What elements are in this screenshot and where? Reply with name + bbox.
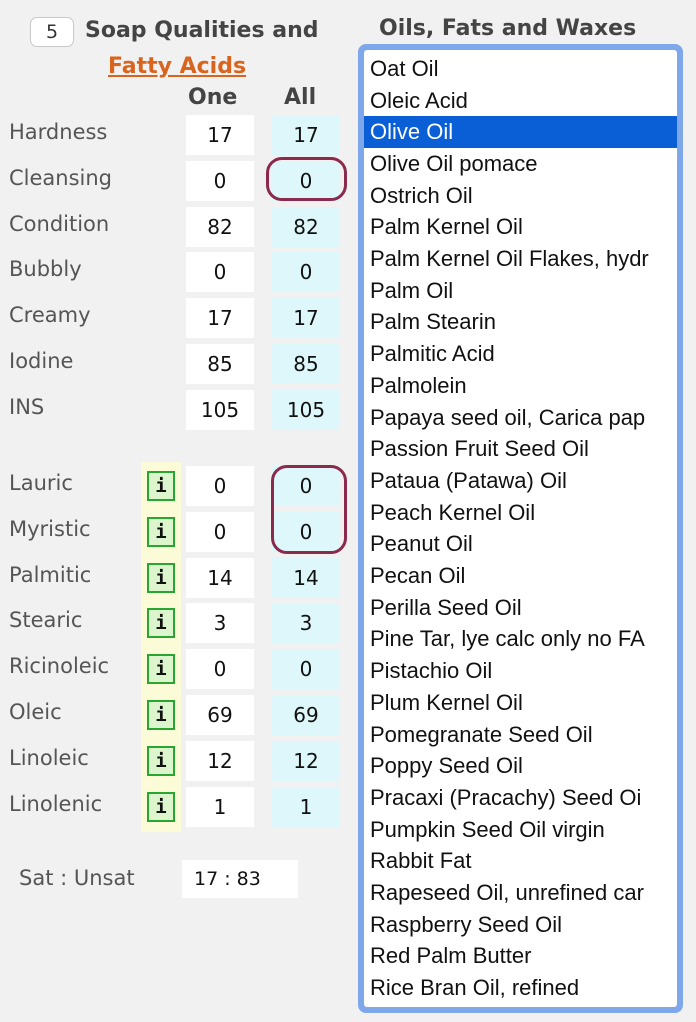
- oil-option[interactable]: Palm Oil: [364, 275, 677, 307]
- quality-label: Bubbly: [9, 257, 82, 282]
- quality-value-all: 105: [272, 389, 340, 430]
- quality-value-all: 17: [272, 115, 340, 155]
- info-icon[interactable]: i: [147, 608, 175, 639]
- oil-option[interactable]: Palm Stearin: [364, 307, 677, 339]
- oil-option[interactable]: Pine Tar, lye calc only no FA: [364, 624, 677, 656]
- quality-label: Iodine: [9, 349, 74, 373]
- quality-value-all: 82: [272, 206, 340, 247]
- info-icon[interactable]: i: [147, 562, 175, 593]
- oil-option[interactable]: Ostrich Oil: [364, 180, 677, 212]
- fatty-acid-label: Palmitic: [9, 562, 92, 587]
- oil-option[interactable]: Palm Kernel Oil Flakes, hydr: [364, 243, 677, 275]
- oil-option[interactable]: Palm Kernel Oil: [364, 212, 677, 244]
- fatty-acid-label: Stearic: [9, 608, 83, 633]
- oils-listbox-viewport[interactable]: Oat Oil Oleic Acid Olive Oil Olive Oil poma…: [364, 50, 677, 1007]
- fatty-acid-label: Linoleic: [9, 745, 89, 770]
- quality-value-one: 0: [186, 252, 254, 293]
- quality-label: Creamy: [9, 303, 91, 328]
- fatty-acid-value-one: 0: [186, 466, 254, 506]
- column-header-all: All: [284, 85, 317, 110]
- fatty-acids-link[interactable]: Fatty Acids: [108, 54, 246, 79]
- oil-option[interactable]: Passion Fruit Seed Oil: [364, 433, 677, 465]
- quality-value-one: 17: [186, 298, 254, 339]
- fatty-acid-value-all: 69: [272, 695, 340, 735]
- quality-value-one: 85: [186, 344, 254, 384]
- oil-option[interactable]: Olive Oil pomace: [364, 148, 677, 180]
- info-icon[interactable]: i: [147, 654, 175, 685]
- oil-option[interactable]: Pomegranate Seed Oil: [364, 719, 677, 751]
- info-icon[interactable]: i: [147, 516, 175, 547]
- oil-option[interactable]: Palmolein: [364, 370, 677, 402]
- oils-listbox[interactable]: Oat Oil Oleic Acid Olive Oil Olive Oil poma…: [358, 44, 683, 1013]
- fatty-acid-value-one: 12: [186, 740, 254, 781]
- oil-option[interactable]: Raspberry Seed Oil: [364, 909, 677, 941]
- oil-option[interactable]: Red Palm Butter: [364, 941, 677, 973]
- oil-option[interactable]: Rapeseed Oil, unrefined car: [364, 877, 677, 909]
- oil-option[interactable]: Oat Oil: [364, 53, 677, 85]
- fatty-acid-value-one: 3: [186, 603, 254, 644]
- oil-option[interactable]: Rice Bran Oil, refined: [364, 972, 677, 1004]
- fatty-acid-value-one: 69: [186, 695, 254, 735]
- oil-option[interactable]: Papaya seed oil, Carica pap: [364, 402, 677, 434]
- info-icon[interactable]: i: [147, 791, 175, 822]
- oil-option[interactable]: Peach Kernel Oil: [364, 497, 677, 529]
- info-icon[interactable]: i: [147, 471, 175, 501]
- soap-qualities-title: Soap Qualities and: [85, 18, 319, 43]
- oil-option[interactable]: Pecan Oil: [364, 560, 677, 592]
- oil-option[interactable]: Oleic Acid: [364, 85, 677, 117]
- quality-label: INS: [9, 394, 45, 419]
- info-icon[interactable]: i: [147, 745, 175, 776]
- highlight-oval-lauric-myristic: [271, 465, 347, 554]
- quality-label: Hardness: [9, 120, 108, 144]
- quality-value-one: 105: [186, 389, 254, 430]
- oil-option[interactable]: Pataua (Patawa) Oil: [364, 465, 677, 497]
- fatty-acid-label: Myristic: [9, 516, 91, 541]
- oils-list-title: Oils, Fats and Waxes: [379, 16, 637, 41]
- fatty-acid-label: Ricinoleic: [9, 654, 110, 679]
- highlight-oval-cleansing: [266, 157, 347, 201]
- fatty-acid-value-all: 1: [272, 786, 340, 827]
- oil-option[interactable]: Pumpkin Seed Oil virgin: [364, 814, 677, 846]
- fatty-acid-value-all: 12: [272, 740, 340, 781]
- oil-option[interactable]: Peanut Oil: [364, 529, 677, 561]
- fatty-acid-value-one: 14: [186, 557, 254, 598]
- quality-label: Cleansing: [9, 165, 113, 190]
- oil-option[interactable]: Olive Oil: [364, 116, 677, 149]
- quality-value-all: 0: [272, 252, 340, 293]
- fatty-acid-label: Oleic: [9, 700, 62, 724]
- oil-option[interactable]: Plum Kernel Oil: [364, 687, 677, 719]
- quality-value-one: 0: [186, 160, 254, 201]
- fatty-acid-value-one: 0: [186, 511, 254, 552]
- oil-option[interactable]: Palmitic Acid: [364, 338, 677, 370]
- quality-label: Condition: [9, 211, 110, 236]
- quality-value-one: 17: [186, 115, 254, 155]
- oil-option[interactable]: Perilla Seed Oil: [364, 592, 677, 624]
- sat-unsat-label: Sat : Unsat: [19, 866, 135, 890]
- quality-value-one: 82: [186, 206, 254, 247]
- fatty-acid-value-one: 1: [186, 786, 254, 827]
- fatty-acid-value-one: 0: [186, 649, 254, 690]
- oil-option[interactable]: Rabbit Fat: [364, 846, 677, 878]
- fatty-acid-label: Linolenic: [9, 791, 103, 816]
- fatty-acid-value-all: 3: [272, 603, 340, 644]
- sat-unsat-value: 17 : 83: [182, 860, 298, 898]
- info-icon[interactable]: i: [147, 700, 175, 730]
- fatty-acid-value-all: 14: [272, 557, 340, 598]
- oil-option[interactable]: Pistachio Oil: [364, 655, 677, 687]
- quality-value-all: 17: [272, 298, 340, 339]
- recipe-number-badge[interactable]: 5: [30, 17, 74, 47]
- oil-option[interactable]: Pracaxi (Pracachy) Seed Oi: [364, 782, 677, 814]
- quality-value-all: 85: [272, 344, 340, 384]
- fatty-acid-value-all: 0: [272, 649, 340, 690]
- fatty-acid-label: Lauric: [9, 471, 73, 495]
- column-header-one: One: [188, 85, 238, 110]
- oil-option[interactable]: Poppy Seed Oil: [364, 750, 677, 782]
